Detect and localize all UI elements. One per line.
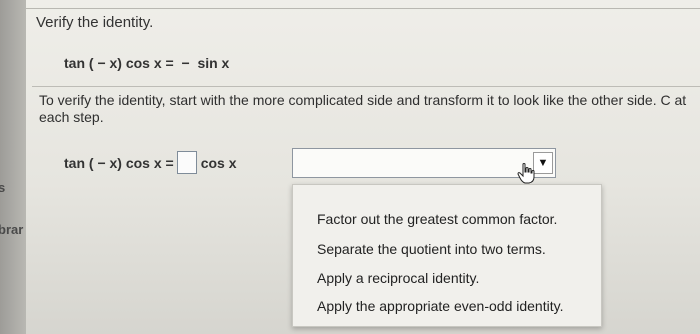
sidebar: s brar — [0, 0, 27, 334]
problem-title: Verify the identity. — [36, 14, 154, 31]
chevron-down-icon: ▼ — [537, 157, 549, 169]
sidebar-label-s: s — [0, 180, 6, 195]
problem-panel: Verify the identity. tan ( − x) cos x = … — [26, 0, 700, 334]
identity-statement: tan ( − x) cos x = − sin x — [64, 55, 230, 71]
menu-option-factor-gcf[interactable]: Factor out the greatest common factor. — [317, 211, 557, 227]
answer-box[interactable] — [176, 151, 197, 174]
equation-row: tan ( − x) cos x = cos x — [64, 151, 237, 174]
dropdown-arrow-button[interactable]: ▼ — [533, 152, 553, 174]
equation-right: cos x — [200, 154, 237, 171]
hand-cursor-icon — [517, 163, 535, 184]
instructions-text: To verify the identity, start with the m… — [39, 92, 687, 125]
top-divider — [26, 8, 700, 9]
section-divider — [32, 86, 700, 87]
menu-option-even-odd-identity[interactable]: Apply the appropriate even-odd identity. — [317, 298, 563, 314]
menu-option-separate-quotient[interactable]: Separate the quotient into two terms. — [317, 241, 546, 257]
menu-option-reciprocal-identity[interactable]: Apply a reciprocal identity. — [317, 270, 479, 286]
equation-left: tan ( − x) cos x = — [64, 154, 174, 171]
sidebar-label-library[interactable]: brar — [0, 222, 23, 237]
dropdown-menu: Factor out the greatest common factor. S… — [292, 184, 602, 327]
